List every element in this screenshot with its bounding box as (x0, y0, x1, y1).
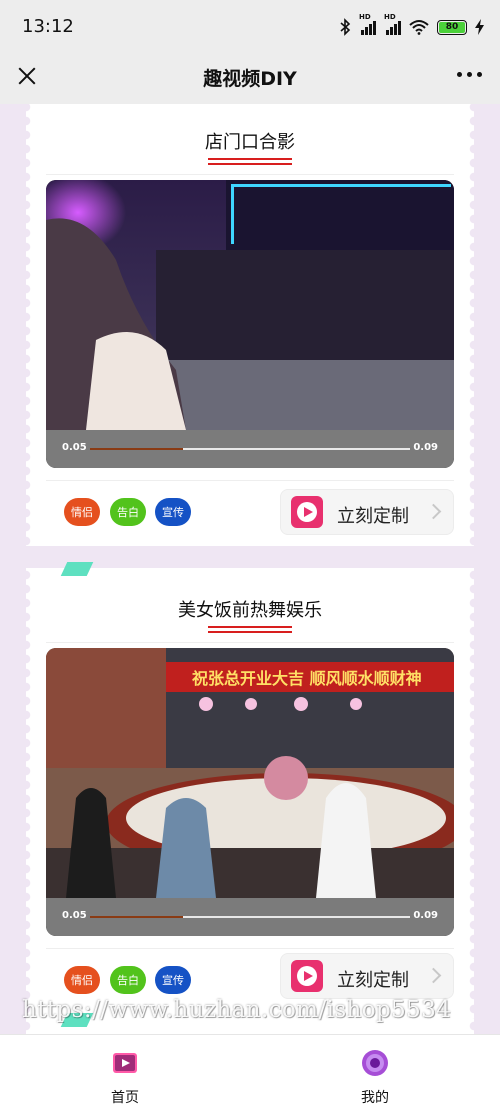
divider (46, 948, 454, 949)
duration: 0.09 (413, 910, 438, 921)
profile-icon (362, 1050, 388, 1076)
video-card: 店门口合影 0.05 0.09 情侣 告白 宣传 立刻定制 (26, 104, 474, 546)
divider (46, 174, 454, 175)
video-thumbnail (46, 180, 454, 430)
bluetooth-icon (340, 18, 351, 36)
page-title: 趣视频DIY (203, 68, 297, 90)
duration: 0.09 (413, 442, 438, 453)
ribbon-decoration (60, 562, 94, 576)
title-underline (208, 158, 292, 165)
progress-fill (90, 916, 183, 918)
video-thumbnail: 祝张总开业大吉 顺风顺水顺财神 (46, 648, 454, 898)
home-icon (113, 1053, 137, 1073)
wifi-icon (409, 20, 429, 35)
status-time: 13:12 (22, 16, 74, 37)
title-underline (208, 626, 292, 633)
tag-confession: 告白 (110, 498, 146, 526)
card-title: 美女饭前热舞娱乐 (178, 600, 322, 621)
chevron-right-icon (425, 503, 442, 520)
charging-icon (475, 19, 484, 35)
video-controls: 0.05 0.09 (46, 430, 454, 468)
current-time: 0.05 (62, 910, 87, 921)
tab-home[interactable]: 首页 (0, 1035, 250, 1111)
chevron-right-icon (425, 967, 442, 984)
tag-promotion: 宣传 (155, 966, 191, 994)
customize-button[interactable]: 立刻定制 (280, 489, 454, 535)
video-icon (291, 960, 323, 992)
battery-icon: 80 (437, 19, 467, 35)
nav-bar: 趣视频DIY (0, 52, 500, 104)
customize-label: 立刻定制 (337, 970, 409, 991)
video-player[interactable]: 0.05 0.09 (46, 180, 454, 468)
progress-fill (90, 448, 183, 450)
current-time: 0.05 (62, 442, 87, 453)
customize-button[interactable]: 立刻定制 (280, 953, 454, 999)
video-controls: 0.05 0.09 (46, 898, 454, 936)
tag-confession: 告白 (110, 966, 146, 994)
video-list[interactable]: 店门口合影 0.05 0.09 情侣 告白 宣传 立刻定制 美女饭前热舞娱乐 祝… (0, 104, 500, 1034)
card-title: 店门口合影 (205, 132, 295, 153)
divider (46, 480, 454, 481)
progress-bar[interactable] (90, 448, 410, 450)
signal-icon: HD (359, 13, 376, 35)
tab-home-label: 首页 (111, 1090, 139, 1106)
tag-promotion: 宣传 (155, 498, 191, 526)
tab-bar: 首页 我的 (0, 1034, 500, 1111)
status-bar: 13:12 HD HD 80 (0, 0, 500, 52)
video-player[interactable]: 祝张总开业大吉 顺风顺水顺财神 0.05 0.09 (46, 648, 454, 936)
tab-me[interactable]: 我的 (250, 1035, 500, 1111)
tab-me-label: 我的 (361, 1090, 389, 1106)
tag-couple: 情侣 (64, 498, 100, 526)
banner-text: 祝张总开业大吉 顺风顺水顺财神 (192, 669, 422, 688)
progress-bar[interactable] (90, 916, 410, 918)
signal-icon: HD (384, 13, 401, 35)
tag-couple: 情侣 (64, 966, 100, 994)
customize-label: 立刻定制 (337, 506, 409, 527)
video-card: 美女饭前热舞娱乐 祝张总开业大吉 顺风顺水顺财神 0.05 0.09 情侣 告白… (26, 562, 474, 1034)
status-icons: HD HD 80 (339, 13, 484, 37)
watermark: https://www.huzhan.com/ishop5534 (22, 997, 452, 1023)
battery-level: 80 (439, 21, 465, 33)
video-icon (291, 496, 323, 528)
more-icon[interactable] (457, 72, 482, 77)
divider (46, 642, 454, 643)
